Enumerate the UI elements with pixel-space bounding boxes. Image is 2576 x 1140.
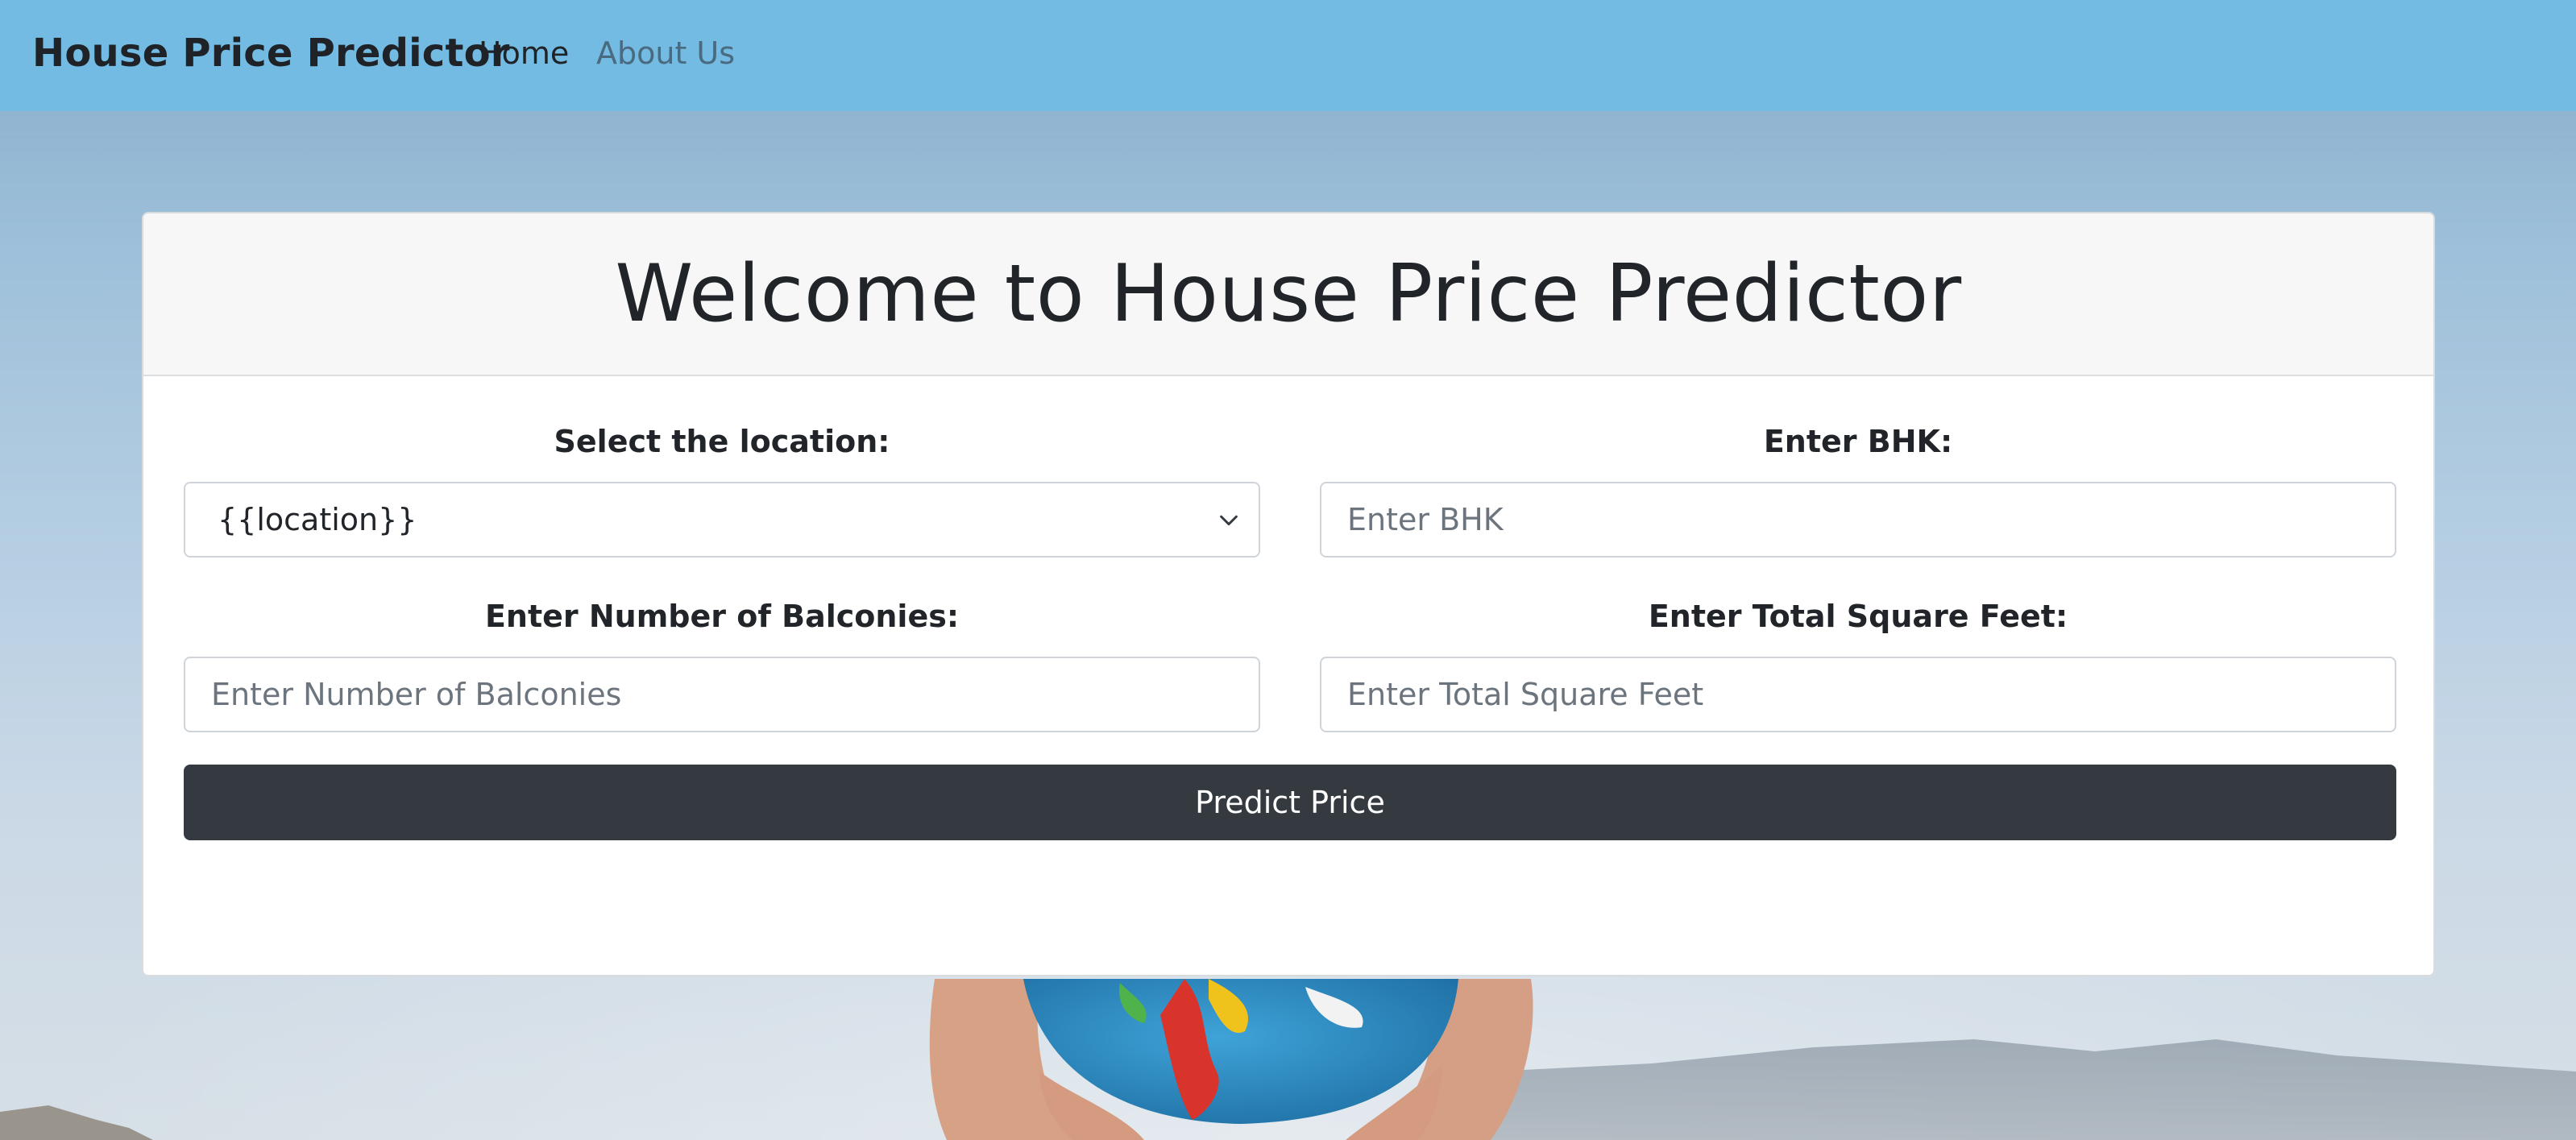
- brand-logo-link[interactable]: House Price Predictor: [32, 31, 510, 76]
- page-title: Welcome to House Price Predictor: [615, 248, 1962, 340]
- location-label: Select the location:: [554, 424, 890, 459]
- sqft-label: Enter Total Square Feet:: [1648, 599, 2068, 634]
- card-header: Welcome to House Price Predictor: [143, 213, 2433, 376]
- prediction-card: Welcome to House Price Predictor Select …: [142, 212, 2435, 976]
- nav-link-about-us[interactable]: About Us: [596, 35, 735, 71]
- sqft-input[interactable]: [1320, 657, 2396, 732]
- bhk-input[interactable]: [1320, 482, 2396, 558]
- predict-price-button[interactable]: Predict Price: [184, 765, 2396, 840]
- balconies-label: Enter Number of Balconies:: [484, 599, 960, 634]
- location-select[interactable]: {{location}}: [184, 482, 1260, 558]
- bhk-label: Enter BHK:: [1763, 424, 1953, 459]
- balconies-input[interactable]: [184, 657, 1260, 732]
- top-navbar: House Price Predictor Home About Us: [0, 0, 2576, 111]
- nav-link-home[interactable]: Home: [479, 35, 569, 71]
- location-select-value: {{location}}: [218, 502, 417, 537]
- chevron-down-icon: [1220, 515, 1238, 526]
